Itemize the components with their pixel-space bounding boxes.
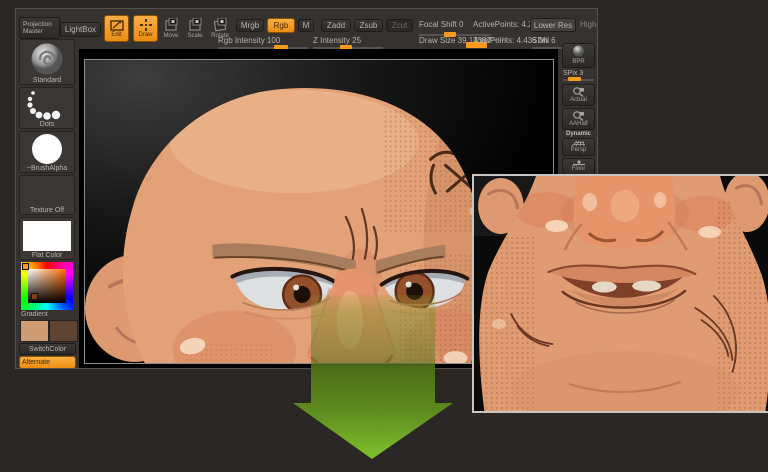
hue-marker[interactable] (22, 263, 29, 270)
sv-marker[interactable] (31, 293, 38, 300)
current-color-tile[interactable]: Flat Color (19, 217, 75, 260)
texture-label: Texture Off (30, 207, 64, 214)
floor-button[interactable]: Floor (562, 158, 595, 175)
projection-master-button[interactable]: Projection Master (19, 17, 60, 39)
edit-button[interactable]: Edit (104, 15, 129, 42)
brush-label: Standard (33, 77, 61, 84)
desktop: { "toolbar": { "projection_master": "Pro… (0, 0, 768, 467)
actual-button[interactable]: Actual (562, 84, 595, 106)
actual-magnifier-icon (572, 87, 585, 97)
edit-pencil-icon (110, 19, 124, 31)
bpr-button[interactable]: BPR (562, 43, 595, 68)
draw-button[interactable]: Draw (133, 15, 158, 42)
lightbox-button[interactable]: LightBox (60, 22, 101, 37)
z-intensity-slider-label: Z Intensity 25 (313, 36, 361, 45)
stroke-label: Dots (40, 121, 54, 128)
brush-alpha-icon (32, 134, 62, 164)
mrgb-toggle[interactable]: Mrgb (236, 19, 264, 32)
persp-grid-icon (571, 140, 587, 147)
alpha-label: ~BrushAlpha (27, 165, 67, 172)
dynamic-persp-label[interactable]: Dynamic (566, 131, 591, 137)
aahalf-magnifier-icon (572, 111, 585, 121)
spix-slider-label: SPix 3 (563, 70, 583, 77)
zcut-toggle[interactable]: Zcut (386, 19, 413, 32)
switch-color-button[interactable]: SwitchColor (19, 343, 76, 355)
main-color-swatch[interactable] (20, 320, 49, 342)
sdiv-slider-label: SDiv 6 (532, 36, 556, 45)
m-toggle[interactable]: M (298, 19, 314, 32)
zsub-toggle[interactable]: Zsub (354, 19, 383, 32)
gradient-label[interactable]: Gradient (21, 311, 48, 318)
aahalf-button[interactable]: AAHalf (562, 108, 595, 130)
lower-res-button[interactable]: Lower Res (530, 18, 576, 32)
alternate-button[interactable]: Alternate (19, 356, 76, 369)
secondary-color-swatch[interactable] (49, 320, 78, 342)
persp-button[interactable]: Persp (562, 138, 595, 156)
current-texture-tile[interactable]: Texture Off (19, 175, 75, 215)
rgb-toggle[interactable]: Rgb (267, 18, 295, 33)
higher-res-button[interactable]: Higher Res (580, 20, 598, 29)
move-button[interactable]: Move (160, 18, 182, 39)
zadd-toggle[interactable]: Zadd (321, 19, 351, 32)
focal-shift-slider-label: Focal Shift 0 (419, 20, 463, 29)
down-arrow-annotation (288, 295, 460, 467)
inset-chin-render (474, 176, 768, 411)
rotate-icon (213, 18, 228, 32)
color-picker[interactable] (21, 262, 73, 310)
arrow-shape (293, 295, 453, 459)
draw-pointer-icon (139, 19, 153, 31)
scale-icon (188, 18, 203, 32)
dots-stroke-icon (25, 90, 69, 120)
standard-brush-icon (30, 42, 64, 76)
bpr-sphere-icon (571, 45, 586, 59)
spix-handle[interactable] (568, 77, 581, 81)
zoom-inset-panel (472, 174, 768, 413)
flat-color-label: Flat Color (32, 252, 62, 259)
current-alpha-tile[interactable]: ~BrushAlpha (19, 131, 75, 173)
move-icon (164, 18, 179, 32)
current-brush-tile[interactable]: Standard (19, 39, 75, 85)
scale-button[interactable]: Scale (184, 18, 206, 39)
flat-color-swatch (23, 221, 71, 251)
rgb-intensity-slider-label: Rgb Intensity 100 (218, 36, 280, 45)
current-stroke-tile[interactable]: Dots (19, 87, 75, 129)
